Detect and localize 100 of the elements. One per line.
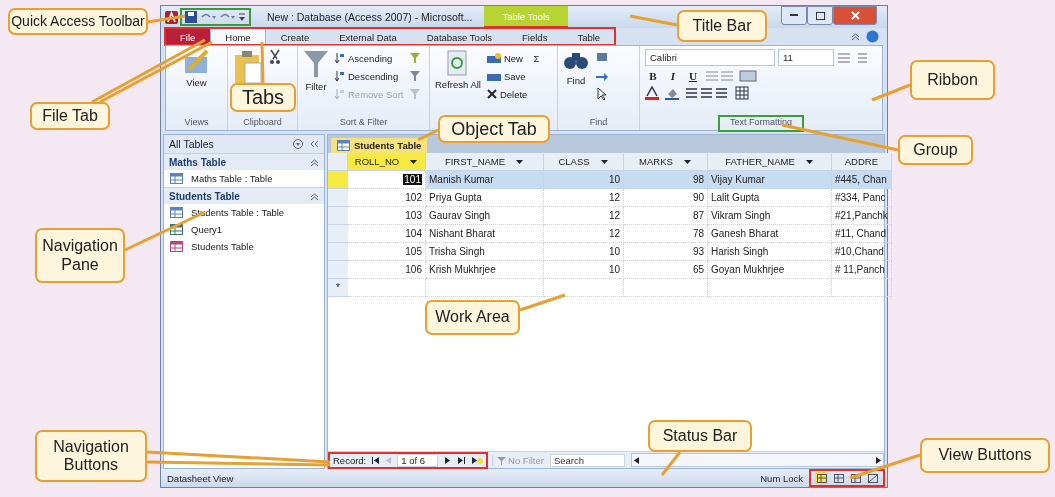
totals-button[interactable]: Σ	[533, 49, 540, 67]
scroll-right-icon[interactable]	[874, 455, 883, 465]
ribbon-tab[interactable]: Create	[265, 28, 325, 45]
nav-item-label: Query1	[191, 224, 223, 235]
ribbon-tab[interactable]: External Data	[324, 28, 412, 45]
last-record-icon[interactable]	[457, 455, 467, 465]
column-header[interactable]: ROLL_NO	[348, 153, 426, 171]
dropdown-icon[interactable]	[804, 157, 814, 166]
maximize-button[interactable]	[807, 6, 833, 25]
view-button[interactable]	[849, 472, 862, 484]
align-icon[interactable]	[685, 87, 729, 99]
refresh-icon	[445, 49, 470, 77]
record-position-field[interactable]: 1 of 6	[397, 453, 439, 467]
table-cell: Manish Kumar	[426, 171, 544, 189]
dropdown-icon[interactable]	[682, 157, 692, 166]
callout-label: File Tab	[30, 102, 110, 130]
nav-group-header[interactable]: Maths Table	[164, 153, 324, 170]
customize-icon[interactable]	[238, 11, 246, 23]
find-button[interactable]: Find	[563, 49, 589, 86]
funnel-icon	[303, 49, 329, 79]
context-tab-label: Table Tools	[484, 6, 568, 28]
query-icon	[170, 224, 183, 235]
view-button[interactable]	[866, 472, 879, 484]
font-style-button[interactable]: U	[685, 68, 701, 84]
group-label: Clipboard	[242, 117, 283, 129]
font-style-button[interactable]: B	[645, 68, 661, 84]
new-record-icon[interactable]	[471, 455, 484, 465]
file-tab[interactable]: File	[165, 28, 211, 45]
save-icon[interactable]	[185, 11, 197, 23]
nav-item-label: Students Table	[191, 241, 254, 252]
view-button[interactable]	[815, 472, 828, 484]
dropdown-icon[interactable]	[515, 157, 525, 166]
callout-label: Navigation Buttons	[35, 430, 147, 482]
font-color-icon[interactable]	[645, 86, 659, 100]
filter-icon	[497, 455, 507, 465]
table-cell: 87	[624, 207, 708, 225]
column-header[interactable]: FATHER_NAME	[708, 153, 832, 171]
record-button[interactable]: New	[486, 49, 528, 67]
dropdown-icon[interactable]	[409, 157, 419, 166]
table-cell: 10	[544, 261, 624, 279]
table-cell: 104	[348, 225, 426, 243]
ribbon-tab[interactable]: Table	[562, 28, 616, 45]
table-cell: 105	[348, 243, 426, 261]
collapse-icon[interactable]	[851, 32, 860, 41]
nav-group-header[interactable]: Students Table	[164, 187, 324, 204]
font-size-field[interactable]: 11	[778, 49, 834, 66]
record-button[interactable]: Save	[486, 67, 528, 85]
record-button[interactable]: Delete	[486, 85, 528, 103]
column-header[interactable]: ADDRE	[832, 153, 892, 171]
minimize-button[interactable]	[781, 6, 807, 25]
pointer-icon[interactable]	[595, 85, 609, 103]
column-title: ADDRE	[844, 156, 879, 167]
column-title: CLASS	[558, 156, 590, 167]
first-record-icon[interactable]	[371, 455, 381, 465]
filter-button[interactable]: Filter	[303, 49, 329, 92]
scroll-left-icon[interactable]	[631, 455, 641, 465]
nav-item[interactable]: Maths Table : Table	[164, 170, 324, 187]
ribbon-tab[interactable]: Fields	[507, 28, 563, 45]
ribbon-tab[interactable]: Home	[210, 28, 266, 45]
collapse-icon[interactable]	[310, 191, 319, 201]
table-cell: # 11,Panch	[832, 261, 892, 279]
group-label: Views	[183, 117, 210, 129]
dropdown-icon[interactable]	[599, 157, 609, 166]
scissors-icon[interactable]	[269, 49, 281, 65]
view-button[interactable]: View	[182, 49, 211, 88]
help-icon[interactable]	[866, 30, 879, 43]
column-header[interactable]: MARKS	[624, 153, 708, 171]
table-cell: 12	[544, 225, 624, 243]
object-tab[interactable]: Students Table	[331, 138, 428, 153]
column-header[interactable]: CLASS	[544, 153, 624, 171]
next-record-icon[interactable]	[443, 455, 453, 465]
search-field[interactable]: Search	[549, 453, 625, 467]
refresh-button[interactable]: Refresh All	[435, 49, 481, 90]
table-cell: Ganesh Bharat	[708, 225, 832, 243]
table-cell: #10,Chand	[832, 243, 892, 261]
ribbon-tab[interactable]: Database Tools	[411, 28, 508, 45]
table-cell: Vikram Singh	[708, 207, 832, 225]
font-style-button[interactable]: I	[665, 68, 681, 84]
view-button[interactable]	[832, 472, 845, 484]
close-button[interactable]	[833, 6, 877, 25]
sort-button[interactable]: Descending	[335, 67, 404, 85]
sort-button[interactable]: Ascending	[335, 49, 404, 67]
group-label: Text Formatting	[720, 117, 802, 130]
table-cell: 12	[544, 189, 624, 207]
collapse-icon[interactable]	[310, 157, 319, 167]
font-field[interactable]: Calibri	[645, 49, 775, 66]
nav-item[interactable]: Students Table	[164, 238, 324, 255]
table-cell: 103	[348, 207, 426, 225]
clipboard-icon[interactable]	[233, 49, 263, 85]
object-tab-label: Students Table	[354, 140, 422, 151]
horizontal-scrollbar[interactable]	[630, 453, 884, 467]
collapse-pane-icon[interactable]	[309, 139, 319, 149]
nav-item[interactable]: Query1	[164, 221, 324, 238]
leader-line	[147, 14, 186, 24]
table-grid-icon[interactable]	[735, 86, 749, 100]
column-header[interactable]: FIRST_NAME	[426, 153, 544, 171]
leader-line	[417, 128, 439, 142]
window-title: New : Database (Access 2007) - Microsoft...	[267, 11, 473, 23]
callout-label: Group	[898, 135, 973, 165]
table-cell: Vijay Kumar	[708, 171, 832, 189]
